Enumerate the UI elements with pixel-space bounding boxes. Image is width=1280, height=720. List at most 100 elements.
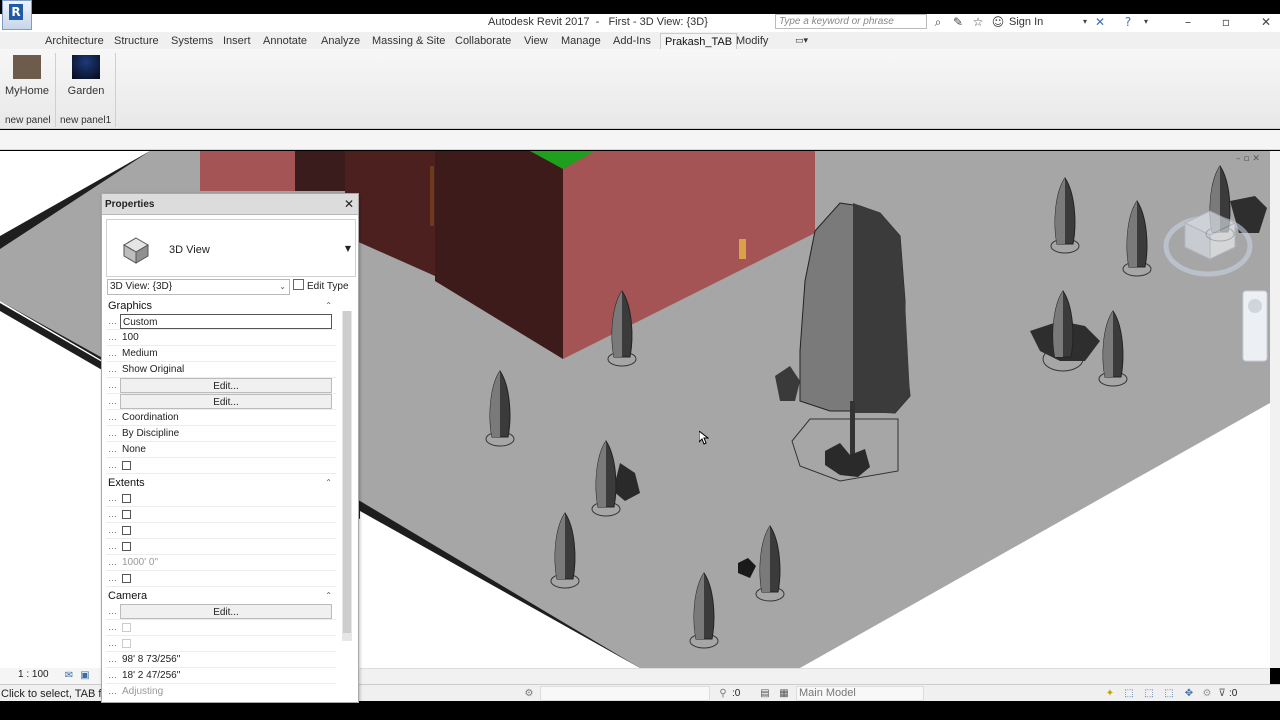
scrollbar-thumb[interactable] bbox=[343, 311, 351, 633]
property-value[interactable]: Medium bbox=[120, 346, 332, 361]
section-extents[interactable]: Extents ⌃ bbox=[106, 475, 336, 491]
visual-style-icon[interactable]: ▣ bbox=[78, 669, 92, 682]
tab-collaborate[interactable]: Collaborate bbox=[455, 33, 511, 49]
property-row[interactable]: … Edit... bbox=[106, 394, 336, 410]
filter-icon[interactable]: ⊽ bbox=[1215, 687, 1229, 700]
property-row[interactable]: … bbox=[106, 491, 336, 507]
tab-prakash[interactable]: Prakash_TAB bbox=[660, 33, 738, 49]
tab-analyze[interactable]: Analyze bbox=[321, 33, 360, 49]
view-scale[interactable]: 1 : 100 bbox=[18, 668, 49, 682]
property-checkbox[interactable] bbox=[122, 510, 131, 519]
chevron-down-icon[interactable]: ▾ bbox=[1077, 14, 1093, 30]
property-row[interactable]: … 98' 8 73/256" bbox=[106, 652, 336, 668]
close-window-button[interactable]: ✕ bbox=[1256, 14, 1276, 30]
property-row[interactable]: … Edit... bbox=[106, 604, 336, 620]
tab-massing-site[interactable]: Massing & Site bbox=[372, 33, 445, 49]
panel-toggle-icon[interactable]: ▭▾ bbox=[795, 33, 808, 49]
property-checkbox[interactable] bbox=[122, 526, 131, 535]
property-value[interactable]: Adjusting bbox=[120, 684, 332, 698]
property-value[interactable]: Coordination bbox=[120, 410, 332, 425]
section-graphics[interactable]: Graphics ⌃ bbox=[106, 298, 336, 314]
property-row[interactable]: … Edit... bbox=[106, 378, 336, 394]
property-value[interactable]: Show Original bbox=[120, 362, 332, 377]
tab-architecture[interactable]: Architecture bbox=[45, 33, 104, 49]
select-underlay-icon[interactable]: ⬚ bbox=[1122, 687, 1136, 700]
horizontal-scrollbar[interactable] bbox=[360, 668, 1270, 684]
instance-filter-dropdown[interactable]: 3D View: {3D} ⌄ bbox=[107, 279, 290, 295]
worksets-icon[interactable]: ⚙ bbox=[522, 687, 536, 700]
type-selector[interactable]: 3D View ▼ bbox=[106, 219, 356, 277]
properties-scrollbar[interactable] bbox=[342, 311, 352, 641]
edit-type-button[interactable]: Edit Type bbox=[293, 279, 355, 295]
vg-edit-button[interactable]: Edit... bbox=[120, 378, 332, 393]
workset-dropdown[interactable] bbox=[540, 686, 710, 701]
property-row[interactable]: … bbox=[106, 523, 336, 539]
property-row[interactable]: … bbox=[106, 507, 336, 523]
properties-title-bar[interactable]: Properties ✕ bbox=[102, 194, 358, 215]
detail-level-icon[interactable]: ✉ bbox=[62, 669, 76, 682]
user-icon[interactable]: ☺ bbox=[990, 14, 1006, 30]
tab-manage[interactable]: Manage bbox=[561, 33, 601, 49]
tab-structure[interactable]: Structure bbox=[114, 33, 159, 49]
sign-in-button[interactable]: Sign In bbox=[1009, 16, 1043, 28]
tab-insert[interactable]: Insert bbox=[223, 33, 251, 49]
help-dropdown-icon[interactable]: ▾ bbox=[1138, 14, 1154, 30]
property-checkbox[interactable] bbox=[122, 574, 131, 583]
chevron-down-icon[interactable]: ▼ bbox=[345, 244, 351, 253]
editable-only-icon[interactable]: ⚲ bbox=[716, 687, 730, 700]
star-icon[interactable]: ☆ bbox=[970, 14, 986, 30]
property-row[interactable]: … Adjusting bbox=[106, 684, 336, 698]
tab-annotate[interactable]: Annotate bbox=[263, 33, 307, 49]
property-row[interactable]: … bbox=[106, 620, 336, 636]
subscription-icon[interactable]: ✎ bbox=[950, 14, 966, 30]
steering-wheel-icon[interactable] bbox=[1248, 299, 1262, 313]
property-value[interactable]: Custom bbox=[120, 314, 332, 329]
close-icon[interactable]: ✕ bbox=[343, 197, 355, 211]
property-value[interactable]: 98' 8 73/256" bbox=[120, 652, 332, 667]
binoculars-icon[interactable]: ⌕ bbox=[930, 14, 946, 30]
property-checkbox[interactable] bbox=[122, 542, 131, 551]
exclude-options-icon[interactable]: ▦ bbox=[777, 687, 791, 700]
property-row[interactable]: … By Discipline bbox=[106, 426, 336, 442]
property-row[interactable]: … 100 bbox=[106, 330, 336, 346]
property-row[interactable]: … 1000' 0" bbox=[106, 555, 336, 571]
search-input[interactable]: Type a keyword or phrase bbox=[775, 14, 927, 29]
minimize-button[interactable]: – bbox=[1178, 14, 1198, 30]
property-value[interactable]: By Discipline bbox=[120, 426, 332, 441]
chevron-down-icon[interactable]: ⌄ bbox=[279, 280, 286, 294]
design-options-icon[interactable]: ▤ bbox=[758, 687, 772, 700]
tab-view[interactable]: View bbox=[524, 33, 548, 49]
help-icon[interactable]: ? bbox=[1120, 14, 1136, 30]
property-row[interactable]: … Medium bbox=[106, 346, 336, 362]
property-value[interactable]: 1000' 0" bbox=[120, 555, 332, 570]
section-camera[interactable]: Camera ⌃ bbox=[106, 588, 336, 604]
property-row[interactable]: … 18' 2 47/256" bbox=[106, 668, 336, 684]
design-option-dropdown[interactable]: Main Model bbox=[796, 686, 924, 701]
property-value[interactable]: 18' 2 47/256" bbox=[120, 668, 332, 683]
vertical-scrollbar[interactable] bbox=[1270, 151, 1280, 668]
myhome-button[interactable]: MyHome bbox=[1, 53, 53, 97]
background-process-icon[interactable]: ⚙ bbox=[1200, 687, 1214, 700]
application-menu-button[interactable]: R bbox=[2, 0, 32, 30]
view-window-controls[interactable]: – ▫ ✕ bbox=[1236, 154, 1260, 164]
property-checkbox[interactable] bbox=[122, 494, 131, 503]
property-value[interactable]: 100 bbox=[120, 330, 332, 345]
property-row[interactable]: … bbox=[106, 458, 336, 474]
tab-systems[interactable]: Systems bbox=[171, 33, 213, 49]
property-row[interactable]: … bbox=[106, 636, 336, 652]
tab-add-ins[interactable]: Add-Ins bbox=[613, 33, 651, 49]
property-row[interactable]: … None bbox=[106, 442, 336, 458]
select-pinned-icon[interactable]: ⬚ bbox=[1142, 687, 1156, 700]
rendering-settings-edit-button[interactable]: Edit... bbox=[120, 604, 332, 619]
property-checkbox[interactable] bbox=[122, 461, 131, 470]
exchange-icon[interactable]: ✕ bbox=[1092, 14, 1108, 30]
property-row[interactable]: … bbox=[106, 539, 336, 555]
tab-modify[interactable]: Modify bbox=[736, 33, 768, 49]
property-value[interactable]: None bbox=[120, 442, 332, 457]
drag-elements-icon[interactable]: ✥ bbox=[1182, 687, 1196, 700]
maximize-button[interactable]: ▫ bbox=[1216, 14, 1236, 30]
property-row[interactable]: … Custom bbox=[106, 314, 336, 330]
select-links-icon[interactable]: ✦ bbox=[1103, 687, 1117, 700]
graphic-display-edit-button[interactable]: Edit... bbox=[120, 394, 332, 409]
property-row[interactable]: … Coordination bbox=[106, 410, 336, 426]
